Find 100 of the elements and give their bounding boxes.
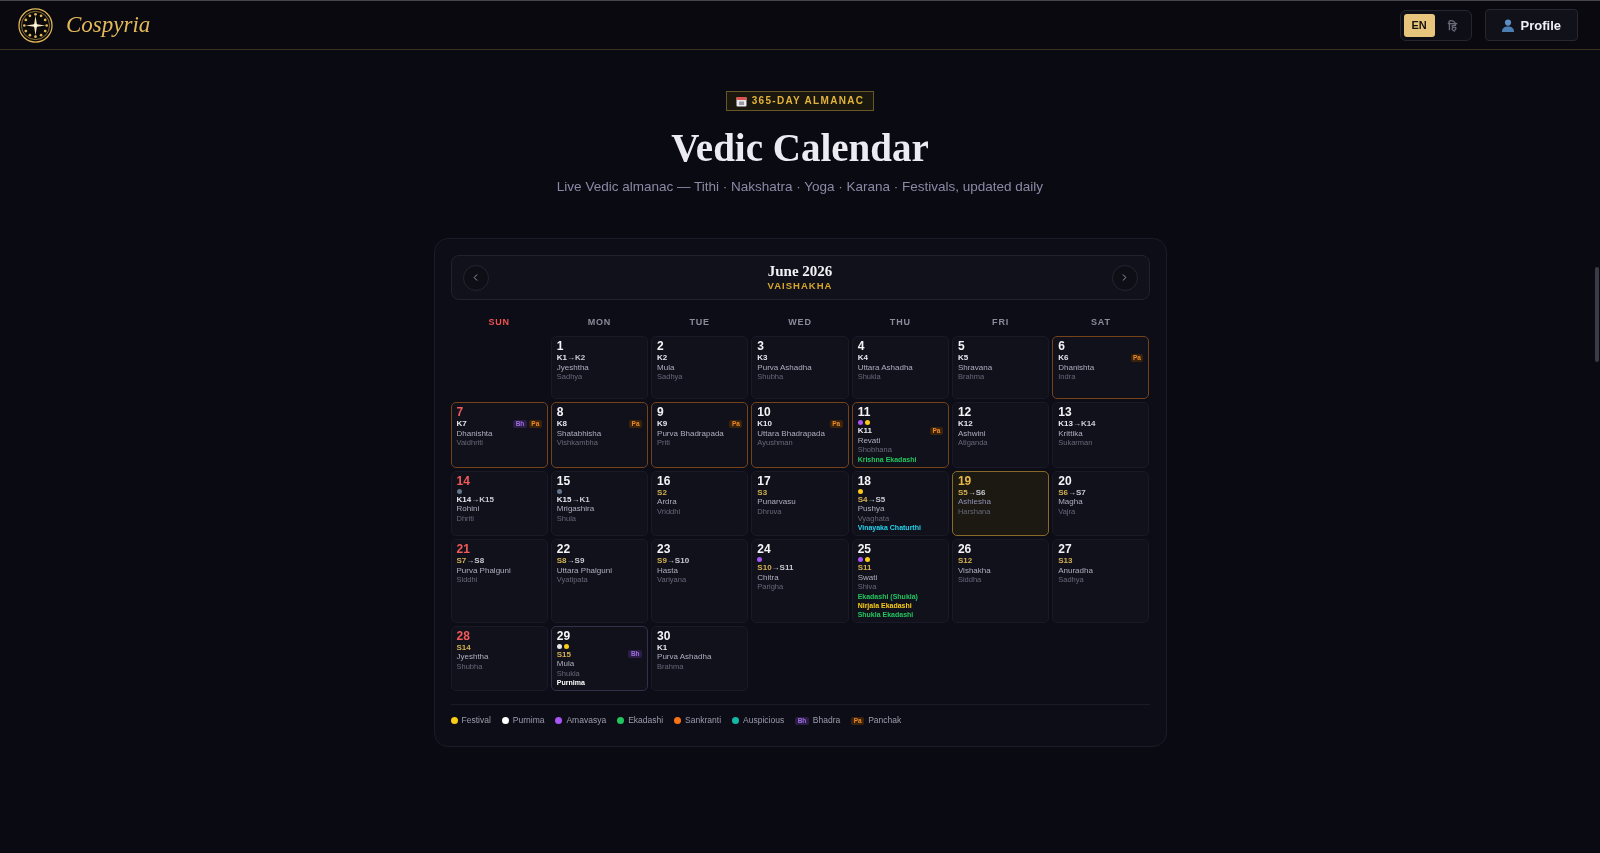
day-number: 9 — [657, 406, 664, 419]
section-label: 365-DAY ALMANAC — [751, 95, 865, 107]
user-icon — [1501, 18, 1514, 32]
tithi-text: S15 — [556, 649, 571, 659]
weekday-label: TUE — [688, 317, 711, 327]
nakshatra-text: Shatabhisha — [556, 428, 602, 438]
language-tab[interactable]: हि — [1436, 13, 1468, 37]
tithi-text: S10 — [757, 563, 772, 573]
weekday-label: SAT — [1089, 317, 1112, 327]
tithi-text: S4 — [857, 494, 868, 504]
day-number: 28 — [456, 629, 470, 643]
nakshatra-text: Mrigashira — [556, 504, 595, 514]
tithi-text: S13 — [1058, 556, 1073, 566]
nakshatra-text: Purva Ashadha — [757, 362, 812, 372]
day-number: 5 — [957, 340, 965, 353]
day-number: 6 — [1058, 340, 1065, 353]
day-number: 27 — [1058, 543, 1072, 556]
nakshatra-text: Purva Phalguni — [456, 565, 511, 575]
day-number: 30 — [657, 629, 671, 643]
lunar-month-label: VAISHAKHA — [767, 280, 833, 292]
day-number: 25 — [857, 543, 871, 556]
weekday-label: MON — [586, 317, 613, 327]
nakshatra-text: Krittika — [1058, 428, 1083, 438]
next-tithi-text: →S5 — [867, 494, 886, 504]
nakshatra-text: Revati — [857, 435, 881, 445]
nakshatra-text: Purva Ashadha — [657, 652, 712, 662]
tithi-text: K8 — [556, 419, 567, 429]
legend-label: Ekadashi — [628, 715, 664, 726]
nakshatra-text: Ashlesha — [957, 497, 991, 507]
day-number: 4 — [857, 340, 865, 353]
day-number: 24 — [757, 543, 771, 556]
calendar-icon — [735, 95, 747, 107]
day-number: 21 — [456, 543, 470, 556]
next-tithi-text: →S9 — [566, 556, 585, 566]
day-number: 23 — [657, 543, 671, 556]
next-tithi-text: →S6 — [967, 487, 986, 497]
page-title: Vedic Calendar — [671, 125, 929, 171]
nakshatra-text: Purva Bhadrapada — [657, 428, 724, 438]
tithi-text: K6 — [1058, 353, 1069, 363]
prev-month-button[interactable] — [462, 264, 489, 291]
day-number: 15 — [556, 474, 571, 488]
day-number: 18 — [857, 474, 871, 488]
tithi-text: S14 — [456, 642, 471, 652]
legend-label: Purnima — [512, 715, 545, 726]
language-tab[interactable]: EN — [1403, 13, 1435, 37]
tithi-text: S7 — [456, 556, 467, 566]
nakshatra-text: Pushya — [857, 504, 885, 514]
legend-label: Panchak — [868, 715, 902, 726]
tithi-text: K1 — [556, 353, 567, 363]
nakshatra-text: Mula — [657, 362, 675, 372]
profile-button[interactable]: Profile — [1484, 9, 1578, 41]
tithi-text: K3 — [757, 353, 768, 363]
tithi-text: S9 — [657, 556, 667, 566]
legend-label: Bhadra — [812, 715, 841, 726]
tithi-text: S12 — [957, 556, 973, 566]
day-number: 12 — [957, 406, 972, 419]
weekday-label: WED — [787, 317, 813, 327]
tithi-text: S8 — [556, 556, 567, 566]
day-number: 14 — [456, 474, 470, 488]
nakshatra-text: Swati — [857, 572, 878, 582]
weekday-label: FRI — [991, 317, 1010, 327]
day-number: 29 — [556, 629, 571, 643]
nakshatra-text: Jyeshtha — [456, 652, 489, 662]
nakshatra-text: Rohini — [456, 504, 480, 514]
day-number: 1 — [556, 340, 564, 353]
weekday-label: THU — [888, 317, 912, 327]
nakshatra-text: Dhanishta — [1058, 362, 1095, 372]
nakshatra-text: Ardra — [657, 497, 677, 507]
tithi-text: K14 — [456, 494, 472, 504]
nakshatra-text: Hasta — [657, 565, 678, 575]
day-number: 2 — [657, 340, 664, 353]
nakshatra-text: Chitra — [757, 572, 779, 582]
weekday-label: SUN — [487, 317, 511, 327]
day-number: 7 — [456, 406, 464, 419]
tithi-text: K12 — [957, 419, 973, 429]
next-month-button[interactable] — [1111, 264, 1138, 291]
next-tithi-text: →K1 — [571, 494, 590, 504]
tithi-text: S6 — [1058, 487, 1068, 497]
day-number: 11 — [857, 406, 871, 419]
next-tithi-text: →S11 — [771, 563, 794, 573]
tithi-text: K11 — [857, 426, 872, 436]
tithi-text: K9 — [657, 419, 668, 429]
tithi-text: S2 — [657, 487, 667, 497]
tithi-text: K13 — [1058, 419, 1073, 429]
logo-icon — [18, 7, 53, 43]
page-subtitle: Live Vedic almanac — Tithi · Nakshatra · Yoga · Karana · Festivals, updated daily — [556, 178, 1044, 196]
nakshatra-text: Punarvasu — [757, 497, 796, 507]
tithi-text: S5 — [957, 487, 968, 497]
day-number: 13 — [1058, 406, 1072, 419]
nakshatra-text: Vishakha — [957, 565, 991, 575]
day-number: 10 — [757, 406, 771, 419]
tithi-text: K4 — [857, 353, 868, 363]
tithi-text: K15 — [556, 494, 572, 504]
nakshatra-text: Dhanishta — [456, 428, 493, 438]
nakshatra-text: Uttara Phalguni — [556, 565, 612, 575]
day-number: 19 — [957, 474, 972, 488]
nakshatra-text: Mula — [556, 659, 575, 669]
scrollbar-thumb[interactable] — [1595, 267, 1599, 362]
tithi-text: S11 — [857, 563, 872, 573]
tithi-text: K7 — [456, 419, 467, 429]
